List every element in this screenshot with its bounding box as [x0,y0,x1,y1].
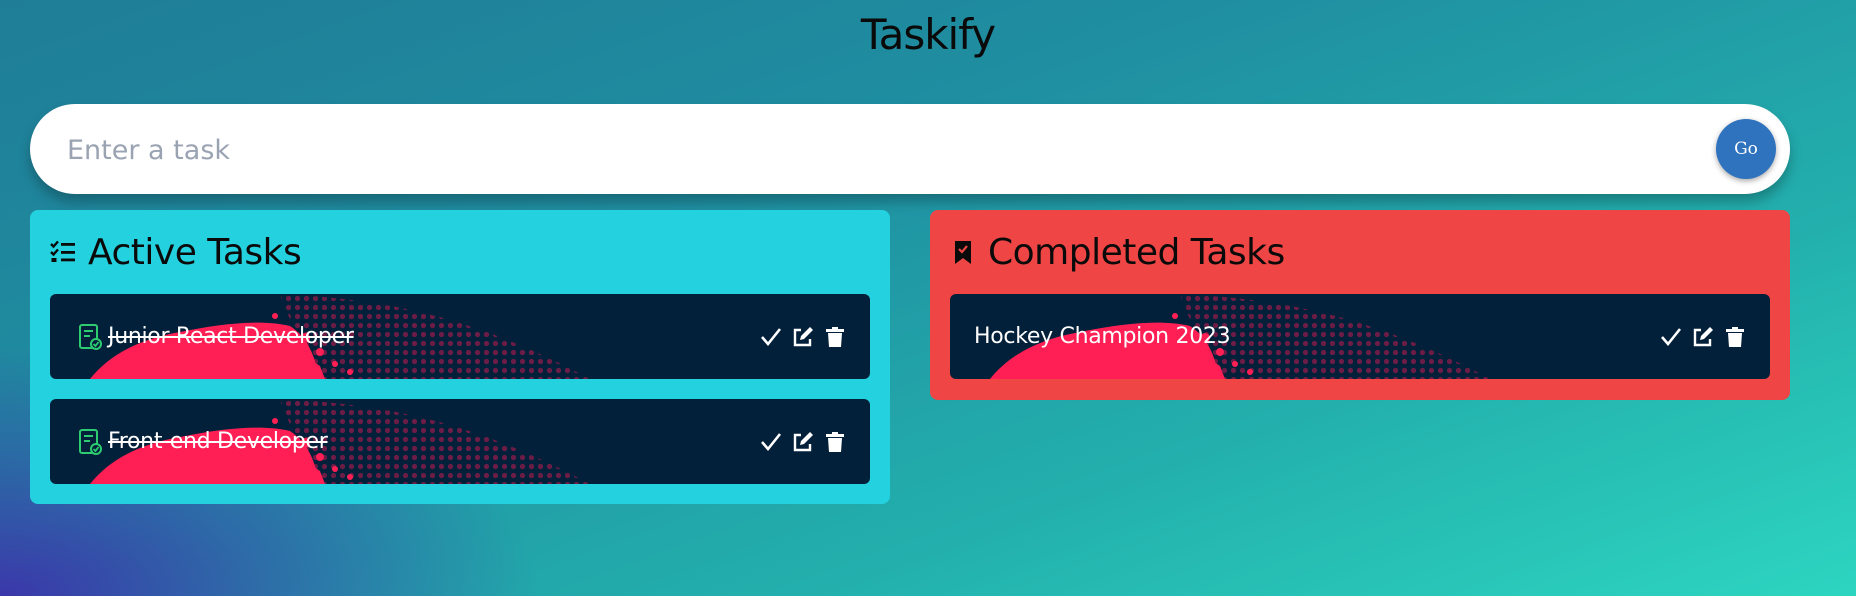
delete-icon[interactable] [824,326,846,348]
task-form: Go [30,104,1790,196]
task-card: Front-end Developer [50,399,870,484]
active-tasks-heading: Active Tasks [50,230,870,274]
bookmark-icon [950,239,976,265]
edit-icon[interactable] [792,431,814,453]
completed-tasks-panel: Completed Tasks Hockey Champion 2023 [930,210,1790,400]
app-title: Taskify [860,10,996,59]
document-check-icon [78,428,102,456]
completed-tasks-heading: Completed Tasks [950,230,1770,274]
delete-icon[interactable] [824,431,846,453]
check-icon[interactable] [1660,326,1682,348]
completed-tasks-title: Completed Tasks [988,231,1285,273]
checklist-icon [50,239,76,265]
task-text: Hockey Champion 2023 [974,324,1231,349]
task-card: Junior React Developer [50,294,870,379]
active-tasks-panel: Active Tasks Junior React Developer Fron… [30,210,890,504]
task-input[interactable] [65,104,1669,196]
task-card: Hockey Champion 2023 [950,294,1770,379]
edit-icon[interactable] [1692,326,1714,348]
delete-icon[interactable] [1724,326,1746,348]
edit-icon[interactable] [792,326,814,348]
go-button[interactable]: Go [1716,119,1776,179]
task-text: Junior React Developer [108,324,354,349]
check-icon[interactable] [760,326,782,348]
active-tasks-title: Active Tasks [88,231,302,273]
check-icon[interactable] [760,431,782,453]
document-check-icon [78,323,102,351]
task-text: Front-end Developer [108,429,328,454]
